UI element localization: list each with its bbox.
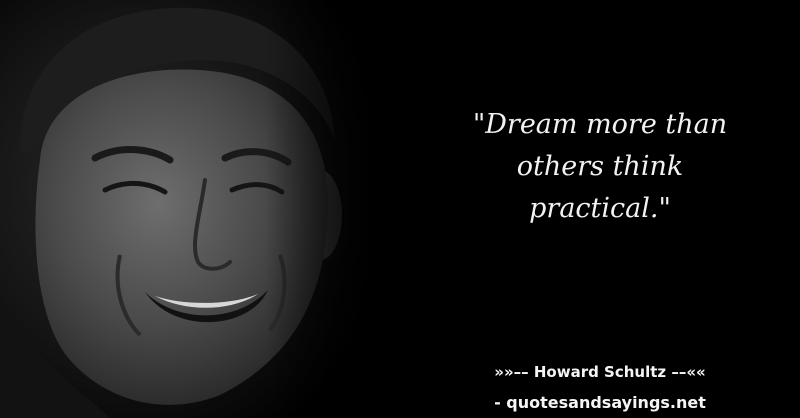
- source-credit: - quotesandsayings.net: [494, 393, 706, 412]
- quote-author: »»–– Howard Schultz ––««: [494, 363, 706, 381]
- quote-text: "Dream more than others think practical.…: [420, 104, 780, 230]
- quote-line: "Dream more than: [472, 109, 728, 140]
- quote-card: "Dream more than others think practical.…: [0, 0, 800, 418]
- portrait-photo: [0, 0, 380, 418]
- quote-line: practical.": [529, 193, 671, 224]
- quote-line: others think: [516, 151, 684, 182]
